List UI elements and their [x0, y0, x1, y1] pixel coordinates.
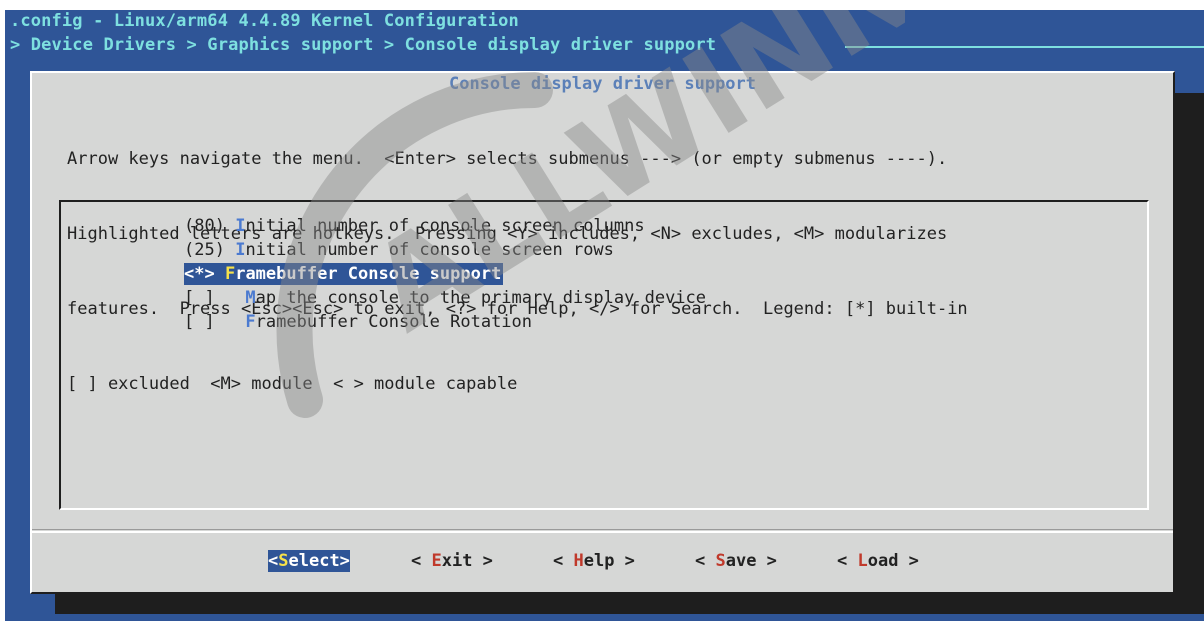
- menu-item-label: ramebuffer Console support: [235, 264, 502, 284]
- menu-item-console-rows[interactable]: (25) Initial number of console screen ro…: [184, 239, 614, 261]
- menu-item-label: ramebuffer Console Rotation: [255, 312, 533, 332]
- menu-item-map-console[interactable]: [ ] Map the console to the primary displ…: [184, 287, 706, 309]
- save-button[interactable]: < Save >: [695, 550, 777, 572]
- menu-item-prefix: [ ]: [184, 312, 246, 332]
- window-title: .config - Linux/arm64 4.4.89 Kernel Conf…: [10, 11, 519, 31]
- menu-item-console-columns[interactable]: (80) Initial number of console screen co…: [184, 215, 645, 237]
- menu-item-label: nitial number of console screen rows: [245, 240, 614, 260]
- breadcrumb: > Device Drivers > Graphics support > Co…: [10, 35, 717, 55]
- select-button[interactable]: <Select>: [268, 550, 350, 572]
- menu-item-hotkey: F: [224, 264, 236, 284]
- config-dialog: Console display driver support Arrow key…: [30, 71, 1175, 594]
- menu-item-label: nitial number of console screen columns: [245, 216, 645, 236]
- help-line: Arrow keys navigate the menu. <Enter> se…: [67, 149, 948, 169]
- terminal-window: .config - Linux/arm64 4.4.89 Kernel Conf…: [5, 10, 1204, 621]
- help-button[interactable]: < Help >: [553, 550, 635, 572]
- menu-item-hotkey: M: [245, 288, 256, 308]
- load-button[interactable]: < Load >: [837, 550, 919, 572]
- menu-item-prefix: (80): [184, 216, 236, 236]
- exit-button[interactable]: < Exit >: [411, 550, 493, 572]
- menu-item-framebuffer-console[interactable]: <*> Framebuffer Console support: [184, 263, 504, 285]
- button-bar-divider-shadow: [32, 529, 1173, 530]
- button-bar-divider: [32, 531, 1173, 533]
- menu-item-hotkey: I: [235, 216, 246, 236]
- menu-item-console-rotation[interactable]: [ ] Framebuffer Console Rotation: [184, 311, 532, 333]
- menu-item-hotkey: I: [235, 240, 246, 260]
- breadcrumb-rule: [845, 46, 1204, 48]
- menu-item-hotkey: F: [245, 312, 256, 332]
- menu-item-prefix: (25): [184, 240, 236, 260]
- menu-item-label: ap the console to the primary display de…: [255, 288, 707, 308]
- menu-item-prefix: <*>: [184, 264, 225, 284]
- menu-list: (80) Initial number of console screen co…: [59, 200, 1149, 510]
- dialog-title: Console display driver support: [448, 74, 757, 94]
- menu-item-prefix: [ ]: [184, 288, 246, 308]
